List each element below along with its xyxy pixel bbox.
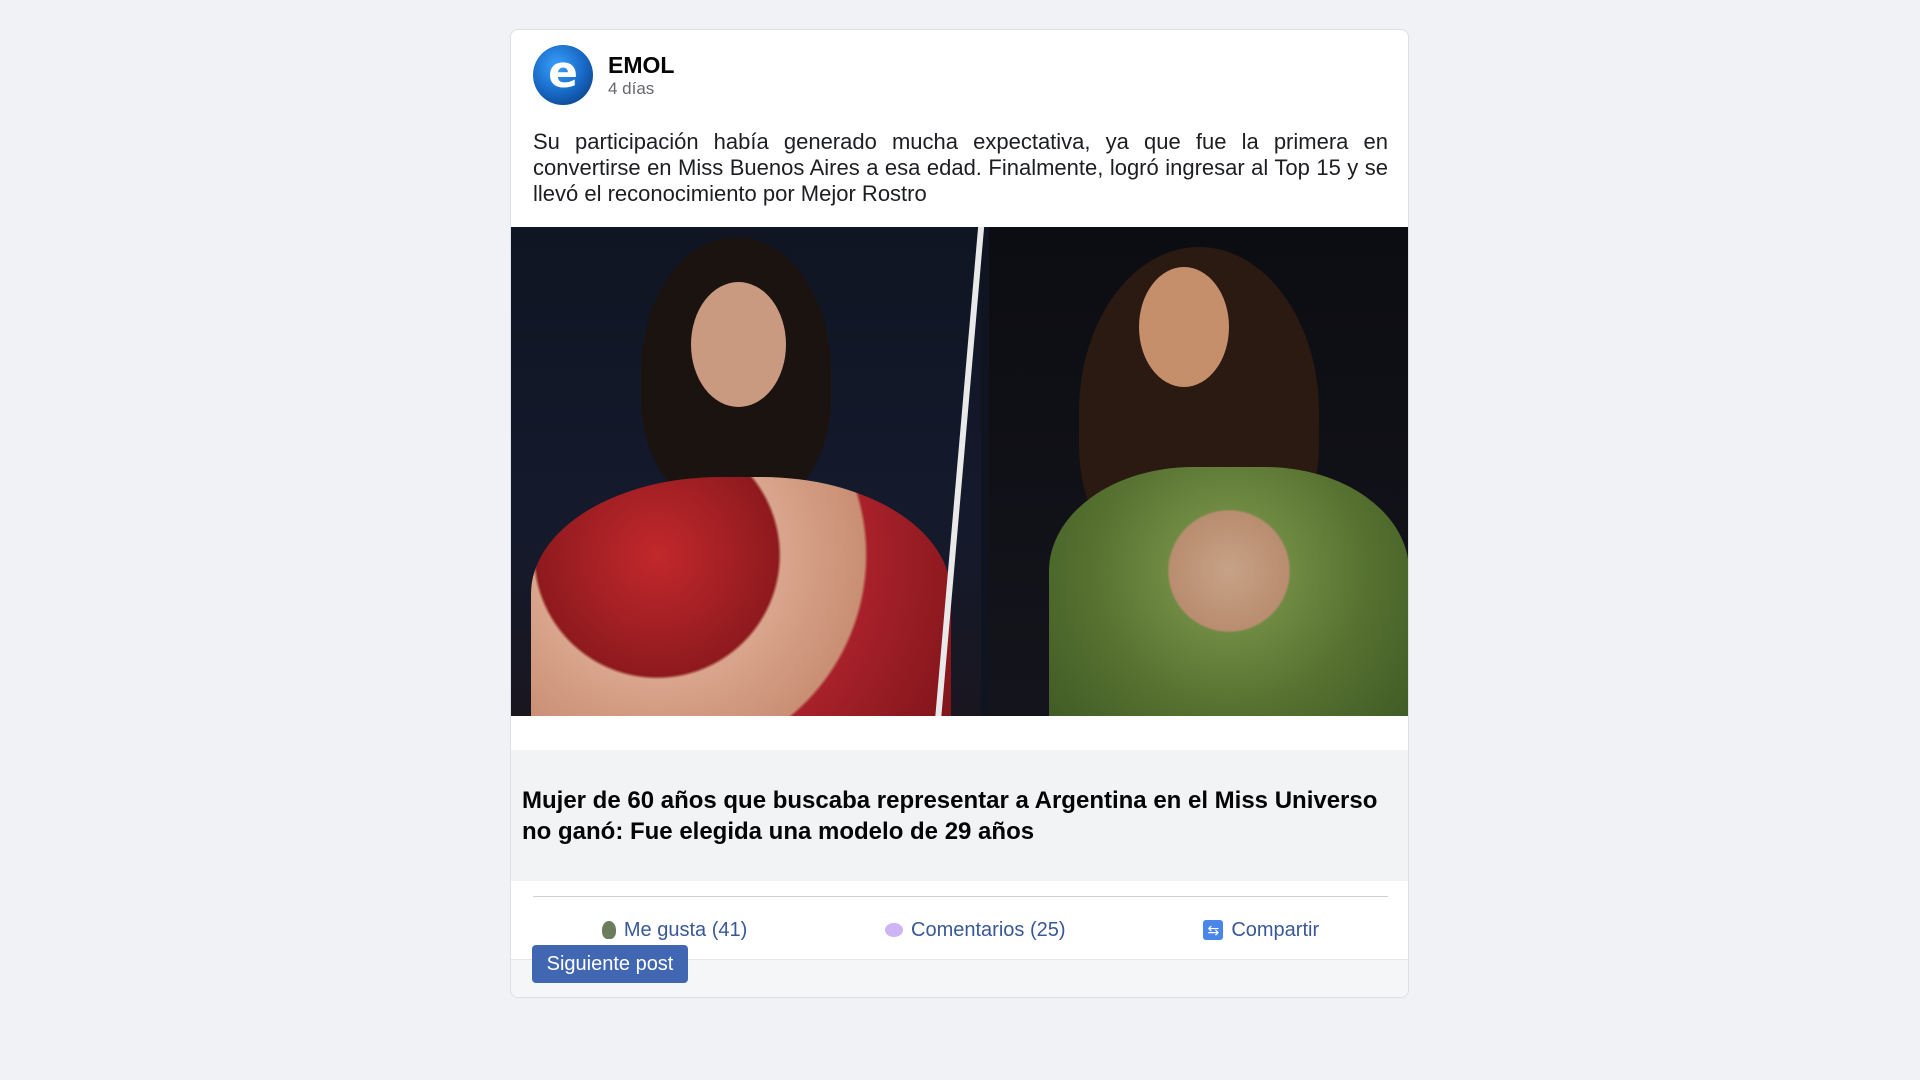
post-title[interactable]: Mujer de 60 años que buscaba representar… — [522, 785, 1382, 847]
avatar[interactable]: e — [533, 45, 593, 105]
comment-button[interactable]: Comentarios (25) — [875, 913, 1076, 948]
next-post-button[interactable]: Siguiente post — [532, 945, 688, 983]
avatar-logo-icon: e — [548, 47, 578, 98]
link-preview[interactable]: Mujer de 60 años que buscaba representar… — [511, 750, 1408, 881]
post-time[interactable]: 4 días — [608, 79, 674, 99]
post-header: e EMOL 4 días — [533, 45, 674, 105]
right-figure-face — [1139, 267, 1229, 387]
comment-icon — [885, 923, 904, 937]
post-image[interactable] — [511, 227, 1408, 716]
like-button[interactable]: Me gusta (41) — [592, 913, 757, 948]
actions-divider — [533, 896, 1388, 897]
left-figure-dress — [531, 477, 951, 716]
post-card: e EMOL 4 días Su participación había gen… — [510, 29, 1409, 998]
photo-right — [989, 227, 1408, 716]
page-name[interactable]: EMOL — [608, 51, 674, 79]
header-text: EMOL 4 días — [608, 51, 674, 99]
like-icon — [601, 921, 616, 939]
share-label: Compartir — [1231, 918, 1320, 941]
comment-label: Comentarios (25) — [911, 918, 1066, 941]
photo-left — [511, 227, 981, 716]
share-icon: ⇆ — [1203, 920, 1224, 940]
post-body-text: Su participación había generado mucha ex… — [533, 129, 1388, 206]
share-button[interactable]: ⇆ Compartir — [1193, 913, 1329, 948]
like-label: Me gusta (41) — [623, 918, 748, 941]
right-figure-dress — [1049, 467, 1408, 716]
left-figure-face — [691, 282, 786, 407]
